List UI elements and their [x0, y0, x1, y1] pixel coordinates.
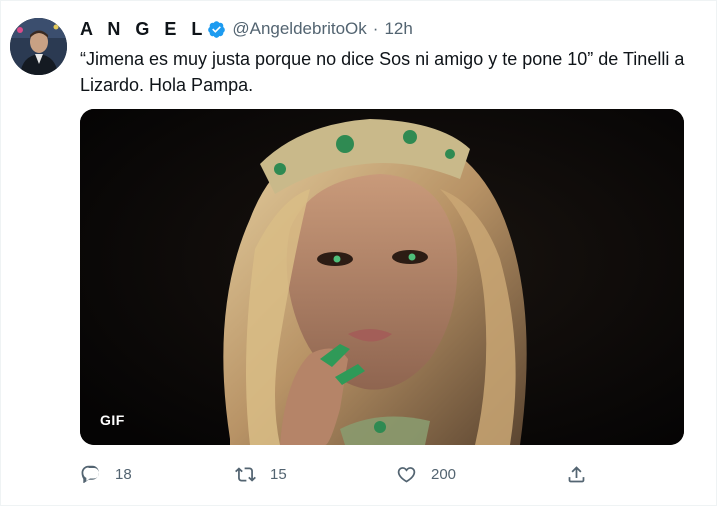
share-button[interactable] — [566, 459, 601, 489]
tweet-timestamp[interactable]: 12h — [384, 19, 412, 39]
gif-frame — [80, 109, 684, 445]
heart-icon — [397, 466, 416, 483]
tweet-media-gif[interactable]: GIF — [80, 109, 684, 445]
tweet-text: “Jimena es muy justa porque no dice Sos … — [80, 49, 685, 95]
retweet-button[interactable]: 15 — [235, 459, 287, 489]
avatar[interactable] — [10, 18, 67, 75]
reply-icon — [81, 465, 99, 483]
separator-dot: · — [372, 19, 379, 38]
tweet-card[interactable]: A N G E L @AngeldebritoOk · 12h “Jimena … — [0, 0, 717, 506]
author-name[interactable]: A N G E L — [80, 19, 207, 40]
author-handle[interactable]: @AngeldebritoOk — [232, 19, 366, 39]
like-count: 200 — [431, 465, 457, 483]
like-button[interactable]: 200 — [396, 459, 456, 489]
reply-button[interactable]: 18 — [80, 459, 132, 489]
tweet-actions: 18 15 200 — [80, 459, 600, 489]
retweet-count: 15 — [270, 465, 287, 483]
share-icon — [568, 465, 585, 482]
retweet-icon — [235, 466, 256, 482]
verified-badge-icon — [207, 20, 226, 39]
tweet-header: A N G E L @AngeldebritoOk · 12h — [80, 18, 413, 40]
reply-count: 18 — [115, 465, 132, 483]
avatar-image — [10, 18, 67, 75]
gif-badge: GIF — [100, 412, 125, 428]
